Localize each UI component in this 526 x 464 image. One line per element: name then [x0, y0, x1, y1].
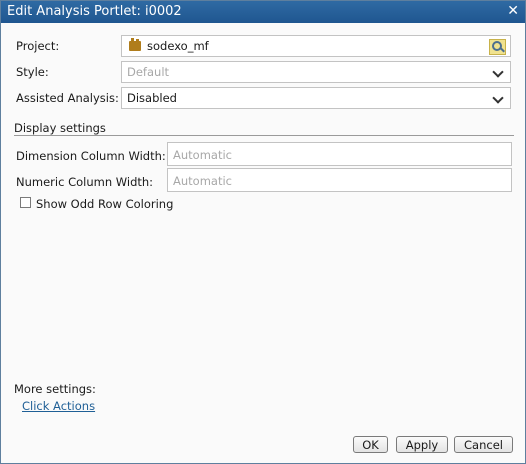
assisted-analysis-label: Assisted Analysis: [16, 91, 119, 105]
style-value: Default [127, 65, 170, 79]
dimension-column-width-input[interactable]: Automatic [167, 142, 512, 166]
project-icon [129, 38, 141, 51]
assisted-analysis-value: Disabled [127, 91, 177, 105]
style-select[interactable]: Default [121, 61, 511, 83]
style-label: Style: [16, 65, 49, 79]
project-value: sodexo_mf [147, 39, 209, 53]
assisted-analysis-select[interactable]: Disabled [121, 87, 511, 109]
dialog-titlebar[interactable]: Edit Analysis Portlet: i0002 ✕ [1, 1, 525, 23]
edit-analysis-portlet-dialog: Edit Analysis Portlet: i0002 ✕ Project: … [0, 0, 526, 464]
odd-row-coloring-checkbox[interactable] [20, 197, 31, 208]
close-icon[interactable]: ✕ [507, 3, 519, 19]
search-folder-icon[interactable] [489, 39, 506, 55]
cancel-button[interactable]: Cancel [454, 436, 513, 453]
project-field[interactable]: sodexo_mf [121, 35, 511, 57]
numeric-column-width-label: Numeric Column Width: [16, 175, 154, 189]
odd-row-coloring-label[interactable]: Show Odd Row Coloring [36, 197, 173, 211]
display-settings-heading: Display settings [14, 121, 106, 135]
click-actions-link[interactable]: Click Actions [22, 399, 95, 413]
chevron-down-icon [492, 66, 504, 78]
dialog-title: Edit Analysis Portlet: i0002 [7, 4, 182, 19]
section-divider [14, 135, 514, 136]
dimension-column-width-label: Dimension Column Width: [16, 149, 166, 163]
apply-button[interactable]: Apply [396, 436, 448, 453]
more-settings-heading: More settings: [14, 382, 96, 396]
dimension-column-width-placeholder: Automatic [173, 148, 232, 162]
project-label: Project: [16, 39, 60, 53]
ok-button[interactable]: OK [353, 436, 388, 453]
numeric-column-width-placeholder: Automatic [173, 174, 232, 188]
chevron-down-icon [492, 92, 504, 104]
numeric-column-width-input[interactable]: Automatic [167, 168, 512, 192]
